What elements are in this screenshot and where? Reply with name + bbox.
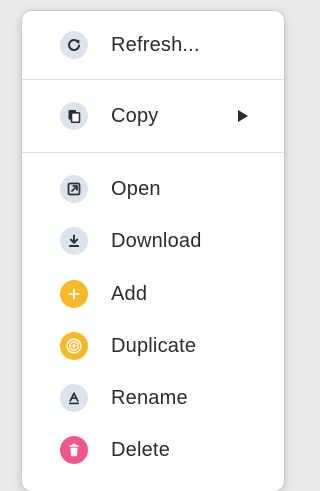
menu-item-duplicate[interactable]: Duplicate [22,324,284,368]
menu-item-label: Refresh... [111,34,200,56]
menu-item-label: Rename [111,387,188,409]
menu-item-add[interactable]: Add [22,272,284,316]
menu-item-open[interactable]: Open [22,167,284,211]
menu-item-label: Delete [111,439,171,461]
divider [22,152,284,153]
copy-icon [60,102,88,130]
divider [22,79,284,80]
rename-icon [60,384,88,412]
duplicate-icon [60,332,88,360]
menu-item-download[interactable]: Download [22,219,284,263]
menu-item-label: Add [111,283,148,305]
submenu-arrow-icon [237,109,249,128]
menu-item-delete[interactable]: Delete [22,428,284,472]
menu-item-rename[interactable]: Rename [22,376,284,420]
refresh-icon [60,31,88,59]
menu-item-label: Copy [111,105,159,127]
menu-item-refresh[interactable]: Refresh... [22,23,284,67]
context-menu: Refresh... Copy Open Download Add Duplic… [22,11,284,491]
download-icon [60,227,88,255]
menu-item-copy[interactable]: Copy [22,94,284,138]
trash-icon [60,436,88,464]
open-external-icon [60,175,88,203]
menu-item-label: Download [111,230,202,252]
plus-icon [60,280,88,308]
menu-item-label: Duplicate [111,335,197,357]
menu-item-label: Open [111,178,161,200]
